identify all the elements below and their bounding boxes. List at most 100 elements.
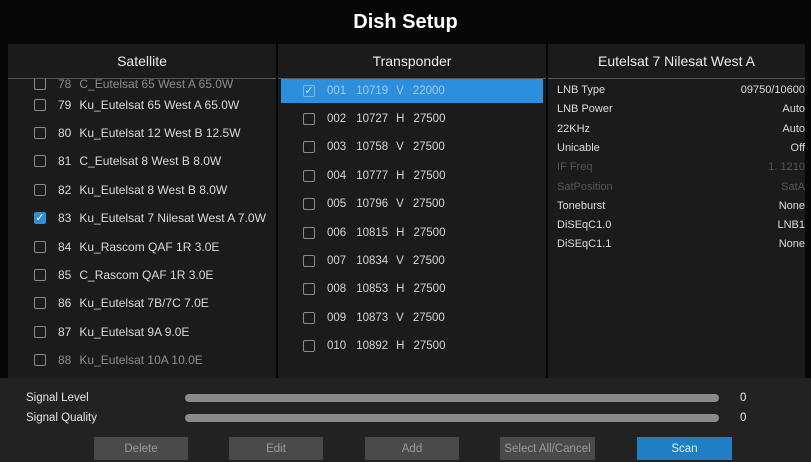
satellite-list[interactable]: 78 C_Eutelsat 65 West A 65.0W 79 Ku_Eutelsa… [8, 79, 276, 378]
scan-button[interactable]: Scan [637, 437, 732, 460]
transponder-symbol-rate: 27500 [412, 141, 445, 153]
page-title: Dish Setup [353, 10, 458, 33]
satellite-list-item[interactable]: 85 C_Rascom QAF 1R 3.0E [8, 262, 276, 287]
checkbox[interactable] [303, 283, 315, 295]
transponder-polarity: V [396, 141, 404, 153]
satellite-list-item[interactable]: 87 Ku_Eutelsat 9A 9.0E [8, 319, 276, 344]
transponder-index: 002 [327, 113, 347, 125]
transponder-list-item[interactable]: 009 10873 V 27500 [278, 306, 546, 330]
transponder-index: 005 [327, 198, 347, 210]
delete-button[interactable]: Delete [94, 437, 188, 460]
transponder-symbol-rate: 27500 [413, 283, 446, 295]
transponder-index: 003 [327, 141, 347, 153]
checkbox[interactable] [34, 268, 46, 281]
checkbox[interactable] [303, 113, 315, 125]
select-all-cancel-button[interactable]: Select All/Cancel [500, 437, 595, 460]
transponder-list-item[interactable]: 003 10758 V 27500 [278, 135, 546, 159]
signal-level-label: Signal Level [26, 392, 89, 404]
transponder-list-item[interactable]: ✓ 001 10719 V 22000 [281, 79, 543, 103]
transponder-list-item[interactable]: 006 10815 H 27500 [278, 221, 546, 245]
setting-label: Toneburst [557, 199, 606, 212]
transponder-index: 006 [327, 227, 347, 239]
transponder-list[interactable]: ✓ 001 10719 V 22000 002 10727 H 27500 003 10758 V 27… [278, 79, 546, 378]
transponder-symbol-rate: 27500 [412, 198, 445, 210]
add-button[interactable]: Add [365, 437, 459, 460]
checkbox[interactable] [303, 312, 315, 324]
checkbox[interactable] [34, 183, 46, 196]
transponder-list-item[interactable]: 010 10892 H 27500 [278, 334, 546, 358]
checkbox[interactable] [34, 240, 46, 253]
setting-value[interactable]: Off [791, 142, 805, 154]
transponder-index: 004 [327, 170, 347, 182]
satellite-list-item[interactable]: 81 C_Eutelsat 8 West B 8.0W [8, 148, 276, 173]
satellite-list-item[interactable]: 86 Ku_Eutelsat 7B/7C 7.0E [8, 290, 276, 315]
edit-button[interactable]: Edit [229, 437, 323, 460]
satellite-number: 86 [58, 295, 72, 310]
satellite-number: 83 [58, 210, 72, 225]
signal-level-bar [185, 394, 719, 402]
checkbox[interactable] [303, 227, 315, 239]
satellite-name: Ku_Eutelsat 65 West A 65.0W [79, 97, 240, 112]
checkbox-checked[interactable]: ✓ [303, 85, 315, 97]
satellite-list-item[interactable]: 82 Ku_Eutelsat 8 West B 8.0W [8, 177, 276, 202]
transponder-symbol-rate: 27500 [413, 113, 446, 125]
setting-label: 22KHz [557, 122, 591, 135]
satellite-number: 85 [58, 267, 72, 282]
transponder-list-item[interactable]: 002 10727 H 27500 [278, 107, 546, 131]
satellite-list-item[interactable]: 80 Ku_Eutelsat 12 West B 12.5W [8, 120, 276, 145]
checkbox[interactable] [34, 154, 46, 167]
signal-level-value: 0 [740, 392, 747, 404]
setting-value[interactable]: LNB1 [777, 219, 805, 231]
transponder-index: 008 [327, 283, 347, 295]
setting-row: SatPosition SatA [548, 178, 805, 196]
setting-row: Unicable Off [548, 139, 805, 157]
transponder-symbol-rate: 22000 [412, 85, 445, 97]
satellite-list-item[interactable]: 88 Ku_Eutelsat 10A 10.0E [8, 347, 276, 372]
satellite-info-header: Eutelsat 7 Nilesat West A [548, 44, 805, 79]
checkbox[interactable] [34, 296, 46, 309]
transponder-frequency: 10834 [356, 255, 389, 267]
checkbox[interactable] [303, 170, 315, 182]
setting-row: DiSEqC1.0 LNB1 [548, 216, 805, 234]
transponder-frequency: 10853 [356, 283, 389, 295]
checkbox[interactable] [34, 126, 46, 139]
transponder-list-item[interactable]: 004 10777 H 27500 [278, 164, 546, 188]
checkbox[interactable] [303, 255, 315, 267]
setting-value[interactable]: None [779, 238, 805, 250]
satellite-list-item[interactable]: 79 Ku_Eutelsat 65 West A 65.0W [8, 92, 276, 117]
transponder-polarity: V [396, 85, 404, 97]
satellite-panel: Satellite 78 C_Eutelsat 65 West A 65.0W 79… [8, 44, 276, 378]
satellite-number: 79 [58, 97, 72, 112]
satellite-header: Satellite [8, 44, 276, 79]
transponder-list-item[interactable]: 008 10853 H 27500 [278, 277, 546, 301]
checkbox[interactable] [303, 141, 315, 153]
transponder-polarity: H [396, 113, 405, 125]
satellite-list-item[interactable]: ✓ 83 Ku_Eutelsat 7 Nilesat West A 7.0W [8, 205, 276, 230]
setting-label: SatPosition [557, 180, 613, 193]
satellite-name: Ku_Eutelsat 8 West B 8.0W [79, 182, 228, 197]
checkbox[interactable] [34, 353, 46, 366]
transponder-list-item[interactable]: 007 10834 V 27500 [278, 249, 546, 273]
checkbox[interactable] [303, 340, 315, 352]
transponder-symbol-rate: 27500 [413, 170, 446, 182]
satellite-list-item[interactable]: 84 Ku_Rascom QAF 1R 3.0E [8, 234, 276, 259]
checkbox[interactable] [34, 79, 46, 90]
transponder-frequency: 10815 [356, 227, 389, 239]
transponder-symbol-rate: 27500 [413, 340, 446, 352]
transponder-index: 009 [327, 312, 347, 324]
signal-quality-bar [185, 414, 719, 422]
setting-value[interactable]: Auto [782, 123, 805, 135]
satellite-number: 82 [58, 182, 72, 197]
setting-value[interactable]: None [779, 200, 805, 212]
setting-value[interactable]: Auto [782, 103, 805, 115]
checkbox[interactable] [303, 198, 315, 210]
transponder-frequency: 10727 [356, 113, 389, 125]
checkbox[interactable] [34, 325, 46, 338]
transponder-frequency: 10796 [356, 198, 389, 210]
setting-value[interactable]: 09750/10600 [741, 84, 805, 96]
transponder-list-item[interactable]: 005 10796 V 27500 [278, 192, 546, 216]
satellite-name: Ku_Eutelsat 9A 9.0E [79, 324, 190, 339]
satellite-number: 81 [58, 153, 72, 168]
checkbox[interactable] [34, 98, 46, 111]
checkbox-checked[interactable]: ✓ [34, 211, 46, 224]
